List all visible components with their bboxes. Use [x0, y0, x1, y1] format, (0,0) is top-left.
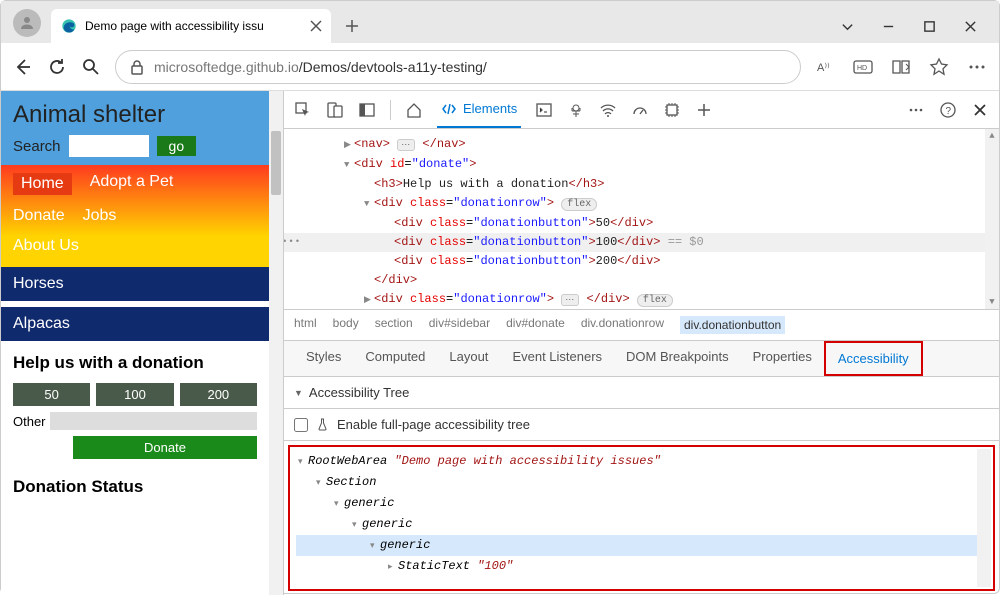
acc-tree-heading[interactable]: ▼Accessibility Tree [284, 377, 999, 409]
browser-toolbar: microsoftedge.github.io/Demos/devtools-a… [1, 43, 999, 91]
page-scrollbar[interactable] [269, 91, 283, 595]
reader-icon[interactable] [891, 57, 911, 77]
inspect-icon[interactable] [294, 101, 312, 119]
nav-adopt[interactable]: Adopt a Pet [90, 173, 174, 195]
tab-title: Demo page with accessibility issu [85, 19, 301, 33]
donate-button[interactable]: Donate [73, 436, 257, 459]
performance-icon[interactable] [631, 101, 649, 119]
fullpage-tree-label: Enable full-page accessibility tree [337, 417, 530, 432]
go-button[interactable]: go [157, 136, 197, 156]
memory-icon[interactable] [663, 101, 681, 119]
nav-jobs[interactable]: Jobs [83, 207, 117, 225]
donate-50[interactable]: 50 [13, 383, 90, 406]
panel-icon[interactable] [358, 101, 376, 119]
welcome-icon[interactable] [405, 101, 423, 119]
devtools-tabs: Elements ? [284, 91, 999, 129]
dom-scrollbar[interactable]: ▲▼ [985, 129, 999, 309]
browser-tab[interactable]: Demo page with accessibility issu [51, 9, 331, 43]
maximize-icon[interactable] [923, 20, 936, 33]
address-bar[interactable]: microsoftedge.github.io/Demos/devtools-a… [115, 50, 801, 84]
donate-200[interactable]: 200 [180, 383, 257, 406]
sources-icon[interactable] [567, 101, 585, 119]
hd-icon[interactable]: HD [853, 57, 873, 77]
page-title: Animal shelter [13, 101, 257, 129]
refresh-icon[interactable] [47, 57, 67, 77]
new-tab-button[interactable] [337, 11, 367, 41]
status-heading: Donation Status [13, 477, 257, 497]
accessibility-panel: ▼Accessibility Tree Enable full-page acc… [284, 377, 999, 595]
code-icon [441, 101, 457, 117]
subtab-dombp[interactable]: DOM Breakpoints [614, 341, 741, 376]
page-viewport: Animal shelter Search go Home Adopt a Pe… [1, 91, 283, 595]
other-input[interactable] [50, 412, 257, 430]
tab-elements[interactable]: Elements [437, 92, 521, 128]
donate-100[interactable]: 100 [96, 383, 173, 406]
add-tab-icon[interactable] [695, 101, 713, 119]
svg-text:HD: HD [857, 65, 867, 72]
other-label: Other [13, 414, 46, 429]
help-icon[interactable]: ? [939, 101, 957, 119]
styles-subtabs: Styles Computed Layout Event Listeners D… [284, 341, 999, 377]
network-icon[interactable] [599, 101, 617, 119]
close-devtools-icon[interactable] [971, 101, 989, 119]
svg-text:A⁾⁾: A⁾⁾ [817, 62, 830, 74]
category-horses[interactable]: Horses [1, 267, 269, 301]
nav-donate[interactable]: Donate [13, 207, 65, 225]
minimize-icon[interactable] [882, 20, 895, 33]
category-alpacas[interactable]: Alpacas [1, 307, 269, 341]
console-icon[interactable] [535, 101, 553, 119]
accessibility-tree[interactable]: ▾RootWebArea "Demo page with accessibili… [288, 445, 995, 591]
subtab-styles[interactable]: Styles [294, 341, 353, 376]
subtab-accessibility[interactable]: Accessibility [824, 341, 923, 376]
dom-tree[interactable]: ▶<nav> ⋯ </nav> ▼<div id="donate"> <h3>H… [284, 129, 999, 309]
search-label: Search [13, 138, 61, 155]
favorite-icon[interactable] [929, 57, 949, 77]
device-icon[interactable] [326, 101, 344, 119]
nav-about[interactable]: About Us [13, 237, 79, 255]
lock-icon [130, 59, 144, 75]
flask-icon [316, 418, 329, 431]
url-text: microsoftedge.github.io/Demos/devtools-a… [154, 59, 786, 75]
main-nav: Home Adopt a Pet Donate Jobs About Us [1, 165, 269, 267]
read-aloud-icon[interactable]: A⁾⁾ [815, 57, 835, 77]
acc-scrollbar[interactable] [977, 449, 991, 587]
subtab-events[interactable]: Event Listeners [500, 341, 614, 376]
subtab-props[interactable]: Properties [741, 341, 824, 376]
devtools: Elements ? ▶<nav> ⋯ </nav> ▼<div id="don… [283, 91, 999, 595]
dom-breadcrumbs[interactable]: html body section div#sidebar div#donate… [284, 309, 999, 341]
subtab-layout[interactable]: Layout [437, 341, 500, 376]
devtools-more-icon[interactable] [907, 101, 925, 119]
titlebar: Demo page with accessibility issu [1, 1, 999, 43]
edge-icon [61, 18, 77, 34]
svg-text:?: ? [946, 106, 952, 117]
subtab-computed[interactable]: Computed [353, 341, 437, 376]
back-icon[interactable] [13, 57, 33, 77]
close-tab-icon[interactable] [309, 19, 323, 33]
search-icon[interactable] [81, 57, 101, 77]
search-input[interactable] [69, 135, 149, 157]
fullpage-tree-checkbox[interactable] [294, 418, 308, 432]
nav-home[interactable]: Home [13, 173, 72, 195]
close-window-icon[interactable] [964, 20, 977, 33]
profile-button[interactable] [13, 9, 41, 37]
chevron-down-icon[interactable] [841, 20, 854, 33]
more-icon[interactable] [967, 57, 987, 77]
donate-heading: Help us with a donation [13, 353, 257, 373]
